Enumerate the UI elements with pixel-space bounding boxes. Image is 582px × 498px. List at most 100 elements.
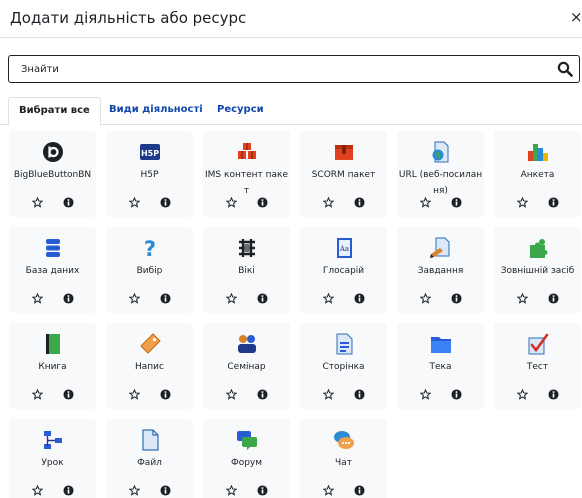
module-folder[interactable]: Тека [397,323,484,409]
module-label: Глосарій [322,266,365,276]
tab-resources[interactable]: Ресурси [207,97,274,125]
dialog-header: Додати діяльність або ресурс × [0,0,582,38]
module-label: BigBlueButtonBN [13,170,92,180]
info-icon[interactable] [159,485,171,496]
file-icon [106,429,193,451]
info-icon[interactable] [450,389,462,400]
module-label[interactable]: Напис [106,323,193,409]
star-icon[interactable] [419,389,431,400]
svg-text:?: ? [143,237,155,259]
lesson-icon [9,429,96,451]
module-label: Семінар [227,362,266,372]
module-label: Напис [135,362,164,372]
close-button[interactable]: × [570,8,582,26]
module-feedback[interactable]: Анкета [494,131,581,217]
url-icon [397,141,484,163]
module-book[interactable]: Книга [9,323,96,409]
info-icon[interactable] [62,389,74,400]
star-icon[interactable] [322,197,334,208]
info-icon[interactable] [353,485,365,496]
search-icon[interactable] [557,61,573,77]
module-bigbluebutton[interactable]: BigBlueButtonBN [9,131,96,217]
module-lti[interactable]: Зовнішній засіб [494,227,581,313]
info-icon[interactable] [62,485,74,496]
assignment-icon [397,237,484,259]
module-database[interactable]: База даних [9,227,96,313]
info-icon[interactable] [450,197,462,208]
module-label: Тест [526,362,549,372]
star-icon[interactable] [322,389,334,400]
star-icon[interactable] [322,293,334,304]
workshop-icon [203,333,290,355]
scorm-package-icon [300,141,387,163]
info-icon[interactable] [159,197,171,208]
module-quiz[interactable]: Тест [494,323,581,409]
star-icon[interactable] [31,485,43,496]
info-icon[interactable] [353,197,365,208]
module-label: Тека [429,362,452,372]
star-icon[interactable] [516,293,528,304]
module-forum[interactable]: Форум [203,419,290,498]
star-icon[interactable] [31,293,43,304]
wiki-icon [203,237,290,259]
module-workshop[interactable]: Семінар [203,323,290,409]
star-icon[interactable] [322,485,334,496]
star-icon[interactable] [419,293,431,304]
module-imscp[interactable]: IMS контент пакет [203,131,290,217]
info-icon[interactable] [547,197,559,208]
dialog-title: Додати діяльність або ресурс [10,9,247,27]
star-icon[interactable] [128,389,140,400]
search-input[interactable] [9,56,539,82]
star-icon[interactable] [419,197,431,208]
star-icon[interactable] [31,389,43,400]
module-label: Вікі [238,266,255,276]
info-icon[interactable] [353,389,365,400]
star-icon[interactable] [225,485,237,496]
module-page[interactable]: Сторінка [300,323,387,409]
module-label: Урок [41,458,64,468]
star-icon[interactable] [516,197,528,208]
tab-bar: Вибрати все Види діяльності Ресурси [0,97,582,126]
star-icon[interactable] [128,197,140,208]
star-icon[interactable] [225,389,237,400]
module-scorm[interactable]: SCORM пакет [300,131,387,217]
module-resource[interactable]: Файл [106,419,193,498]
star-icon[interactable] [31,197,43,208]
module-chat[interactable]: Чат [300,419,387,498]
module-grid: BigBlueButtonBN H5P H5P IMS контент паке… [9,131,582,498]
star-icon[interactable] [225,293,237,304]
module-glossary[interactable]: Aa Глосарій [300,227,387,313]
module-lesson[interactable]: Урок [9,419,96,498]
star-icon[interactable] [516,389,528,400]
module-wiki[interactable]: Вікі [203,227,290,313]
tab-all[interactable]: Вибрати все [8,97,101,126]
module-label: Книга [38,362,67,372]
module-assign[interactable]: Завдання [397,227,484,313]
module-label: H5P [140,170,159,180]
info-icon[interactable] [256,197,268,208]
info-icon[interactable] [256,485,268,496]
star-icon[interactable] [225,197,237,208]
info-icon[interactable] [159,389,171,400]
feedback-chart-icon [494,141,581,163]
info-icon[interactable] [547,293,559,304]
tab-activities[interactable]: Види діяльності [99,97,213,125]
module-choice[interactable]: ? Вибір [106,227,193,313]
star-icon[interactable] [128,293,140,304]
info-icon[interactable] [159,293,171,304]
module-label: SCORM пакет [311,170,376,180]
search-box [8,55,580,83]
star-icon[interactable] [128,485,140,496]
info-icon[interactable] [353,293,365,304]
module-h5p[interactable]: H5P H5P [106,131,193,217]
info-icon[interactable] [62,293,74,304]
info-icon[interactable] [450,293,462,304]
module-label: URL (веб-посилання) [398,170,483,196]
choice-question-icon: ? [106,237,193,259]
info-icon[interactable] [62,197,74,208]
module-url[interactable]: URL (веб-посилання) [397,131,484,217]
info-icon[interactable] [256,293,268,304]
info-icon[interactable] [256,389,268,400]
info-icon[interactable] [547,389,559,400]
h5p-icon: H5P [106,141,193,163]
